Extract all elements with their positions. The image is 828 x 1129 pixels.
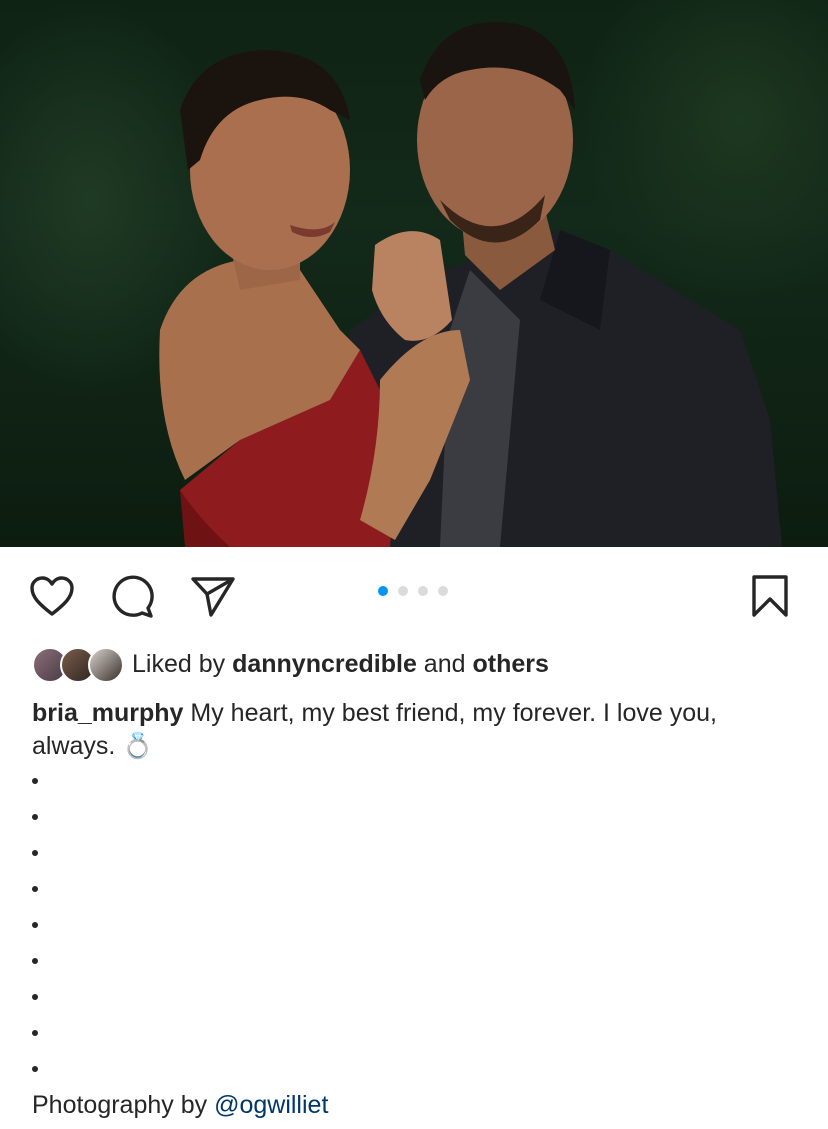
carousel-indicator[interactable] bbox=[378, 586, 448, 596]
couple-photo-illustration bbox=[159, 21, 782, 547]
credit-prefix: Photography by bbox=[32, 1091, 208, 1119]
liker-username[interactable]: dannyncredible bbox=[232, 650, 417, 678]
liker-avatars[interactable] bbox=[32, 647, 124, 683]
carousel-dot[interactable] bbox=[438, 586, 448, 596]
caption-username[interactable]: bria_murphy bbox=[32, 699, 183, 727]
bookmark-icon[interactable] bbox=[752, 575, 788, 617]
likes-text: Liked by dannyncredible and others bbox=[132, 647, 549, 681]
heart-icon[interactable] bbox=[29, 575, 75, 617]
avatar[interactable] bbox=[88, 647, 124, 683]
bullet bbox=[32, 958, 38, 964]
carousel-dot[interactable] bbox=[418, 586, 428, 596]
credit-handle-link[interactable]: @ogwilliet bbox=[214, 1091, 328, 1119]
bullet bbox=[32, 778, 38, 784]
comment-icon[interactable] bbox=[110, 575, 154, 619]
likes-others[interactable]: others bbox=[472, 650, 548, 678]
bullet bbox=[32, 1066, 38, 1072]
likes-prefix: Liked by bbox=[132, 650, 226, 678]
bullet bbox=[32, 814, 38, 820]
paper-plane-icon[interactable] bbox=[190, 575, 236, 617]
carousel-dot[interactable] bbox=[398, 586, 408, 596]
post-caption: bria_murphy My heart, my best friend, my… bbox=[32, 697, 792, 763]
bullet bbox=[32, 922, 38, 928]
likes-row[interactable]: Liked by dannyncredible and others bbox=[32, 646, 549, 683]
post-image[interactable] bbox=[0, 0, 828, 547]
bullet bbox=[32, 886, 38, 892]
carousel-dot-active[interactable] bbox=[378, 586, 388, 596]
likes-conjunction: and bbox=[423, 650, 466, 678]
bullet bbox=[32, 1030, 38, 1036]
bullet bbox=[32, 994, 38, 1000]
photo-credit: Photography by @ogwilliet bbox=[32, 1088, 328, 1122]
bullet bbox=[32, 850, 38, 856]
